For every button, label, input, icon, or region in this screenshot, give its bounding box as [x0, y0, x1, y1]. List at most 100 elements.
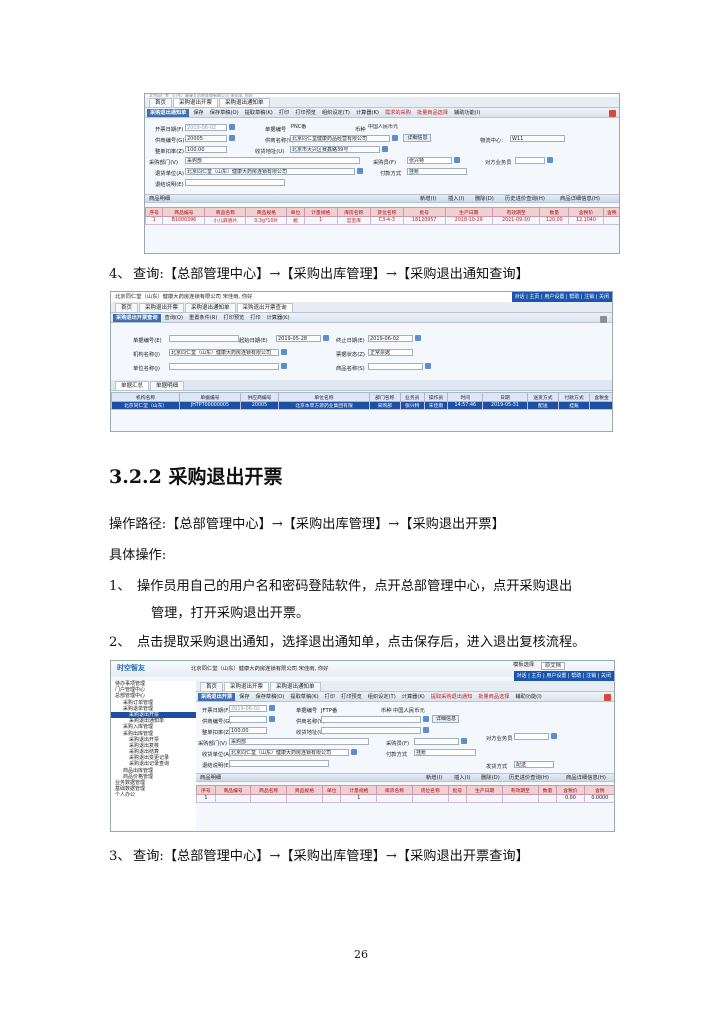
- search-icon[interactable]: [551, 733, 557, 739]
- column-header[interactable]: 货位名称: [369, 207, 404, 217]
- column-header[interactable]: 序号: [145, 207, 164, 217]
- column-header[interactable]: 操作员: [423, 392, 449, 402]
- column-header[interactable]: 商品名称: [250, 785, 288, 795]
- load-draft-button[interactable]: 提取草稿(K): [243, 109, 275, 116]
- tab-return-notice[interactable]: 采购退出通知单: [185, 303, 236, 312]
- search-icon[interactable]: [547, 157, 553, 163]
- doc-no-field[interactable]: [169, 335, 239, 342]
- note-field[interactable]: [185, 179, 285, 186]
- delete-button[interactable]: 删除(D): [481, 774, 500, 782]
- search-icon[interactable]: [357, 168, 363, 174]
- calendar-icon[interactable]: [269, 705, 275, 711]
- print-preview-button[interactable]: 打印预览: [339, 693, 364, 700]
- search-icon[interactable]: [382, 146, 388, 152]
- history-price-button[interactable]: 历史进价查询(H): [509, 774, 549, 782]
- column-header[interactable]: 单位名称: [278, 392, 370, 402]
- column-header[interactable]: 货位名称: [411, 785, 449, 795]
- history-price-button[interactable]: 历史进价查询(H): [505, 195, 545, 203]
- pay-select[interactable]: 挂账: [407, 168, 467, 175]
- column-header[interactable]: 送货方式: [526, 392, 559, 402]
- recv-field[interactable]: 北京同仁堂（山东）健康大药房连锁有限公司: [229, 749, 349, 756]
- search-icon[interactable]: [351, 749, 357, 755]
- column-header[interactable]: 业务员: [399, 392, 425, 402]
- search-icon[interactable]: [454, 157, 460, 163]
- column-header[interactable]: 机构名称: [111, 392, 181, 402]
- print-preview-button[interactable]: 打印预览: [221, 314, 246, 321]
- calendar-icon[interactable]: [323, 335, 329, 341]
- calendar-icon[interactable]: [415, 335, 421, 341]
- org-settings-button[interactable]: 组织设定(T): [320, 109, 352, 116]
- org-settings-button[interactable]: 组织设定(T): [366, 693, 398, 700]
- nav-close[interactable]: 关闭: [601, 673, 611, 679]
- column-header[interactable]: 供应商编号: [239, 392, 280, 402]
- save-button[interactable]: 保存: [191, 109, 205, 116]
- reset-button[interactable]: 重置条件(R): [187, 314, 219, 321]
- column-header[interactable]: 序号: [196, 785, 216, 795]
- tab-return-notice[interactable]: 采购退出通知单: [219, 98, 270, 107]
- address-field[interactable]: 北京市大兴区赛鑫路39号: [290, 146, 380, 153]
- org-field[interactable]: 北京同仁堂（山东）健康大药房连锁有限公司: [169, 349, 279, 356]
- party-field[interactable]: [514, 733, 549, 740]
- column-header[interactable]: 批号: [402, 207, 446, 217]
- column-header[interactable]: 单据编号: [179, 392, 241, 402]
- tab-invoice-query[interactable]: 采购退出开票查询: [236, 303, 293, 312]
- delete-button[interactable]: 删除(D): [475, 195, 494, 203]
- detail-button[interactable]: 详细信息: [432, 715, 459, 723]
- goods-field[interactable]: [368, 363, 423, 370]
- column-header[interactable]: 数量: [539, 207, 570, 217]
- save-draft-button[interactable]: 保存草稿(O): [254, 693, 287, 700]
- column-header[interactable]: 商品名称: [204, 207, 247, 217]
- search-icon[interactable]: [281, 363, 287, 369]
- state-select[interactable]: 正常票据: [368, 349, 413, 356]
- column-header[interactable]: 日期: [482, 392, 528, 402]
- close-icon[interactable]: [604, 694, 611, 701]
- print-button[interactable]: 打印: [277, 109, 291, 116]
- buyer-field[interactable]: [414, 738, 459, 745]
- search-icon[interactable]: [281, 349, 287, 355]
- extract-notice-button[interactable]: 提取采购退出通知: [429, 693, 475, 700]
- party-field[interactable]: [515, 157, 545, 164]
- column-header[interactable]: 含税金: [589, 392, 612, 402]
- amount-field[interactable]: 100.00: [229, 727, 267, 734]
- ship-field[interactable]: 北京同仁堂（山东）健康大药房连锁有限公司: [185, 168, 355, 175]
- table-row[interactable]: 1 1 0.00 0.0000: [196, 794, 614, 803]
- table-row[interactable]: 1 B1000396 小儿麻感片 0.3g*10片瓶 1 宫宝库 C3-4-3 1812095…: [145, 216, 619, 225]
- open-date-field[interactable]: 2019-06-02: [185, 124, 227, 131]
- open-date-field[interactable]: 2019-06-02: [229, 705, 267, 712]
- load-draft-button[interactable]: 提取草稿(K): [288, 693, 320, 700]
- end-date-field[interactable]: 2019-06-02: [368, 335, 413, 342]
- pay-select[interactable]: 挂账: [414, 749, 476, 756]
- tab-return-invoice[interactable]: 采购退出开票: [173, 98, 219, 107]
- supplier-name-field[interactable]: 北京同仁堂健康药品经营有限公司: [290, 135, 390, 142]
- column-header[interactable]: 库房名称: [336, 207, 371, 217]
- supplier-name-field[interactable]: [321, 716, 421, 723]
- add-button[interactable]: 新增(I): [426, 774, 442, 782]
- nav-logout[interactable]: 注销: [584, 294, 594, 300]
- demand-purchase-button[interactable]: 需求的采购: [383, 109, 413, 116]
- address-field[interactable]: [321, 727, 421, 734]
- calculator-button[interactable]: 计算器(K): [400, 693, 427, 700]
- column-header[interactable]: 商品规格: [286, 785, 323, 795]
- logistics-field[interactable]: W11: [510, 135, 565, 142]
- column-header[interactable]: 数量: [537, 785, 558, 795]
- calculator-button[interactable]: 计算器(K): [354, 109, 381, 116]
- print-button[interactable]: 打印: [248, 314, 262, 321]
- skin-select[interactable]: 原文档: [541, 662, 565, 670]
- tab-home[interactable]: 首页: [149, 98, 173, 107]
- batch-select-button[interactable]: 批量商品选择: [415, 109, 450, 116]
- column-header[interactable]: 商品编号: [162, 207, 206, 217]
- search-icon[interactable]: [229, 135, 235, 141]
- column-header[interactable]: 计量规格: [340, 785, 378, 795]
- column-header[interactable]: 批号: [447, 785, 468, 795]
- tab-return-invoice[interactable]: 采购退出开票: [139, 303, 185, 312]
- add-button[interactable]: 新增(I): [420, 195, 436, 203]
- nav-logout[interactable]: 注销: [586, 673, 596, 679]
- column-header[interactable]: 单位: [321, 785, 342, 795]
- amount-field[interactable]: 100.00: [185, 146, 227, 153]
- insert-button[interactable]: 插入(I): [448, 195, 464, 203]
- print-button[interactable]: 打印: [323, 693, 337, 700]
- column-header[interactable]: 含税价: [568, 207, 604, 217]
- save-button[interactable]: 保存: [237, 693, 251, 700]
- column-header[interactable]: 生产日期: [444, 207, 493, 217]
- calendar-icon[interactable]: [229, 124, 235, 130]
